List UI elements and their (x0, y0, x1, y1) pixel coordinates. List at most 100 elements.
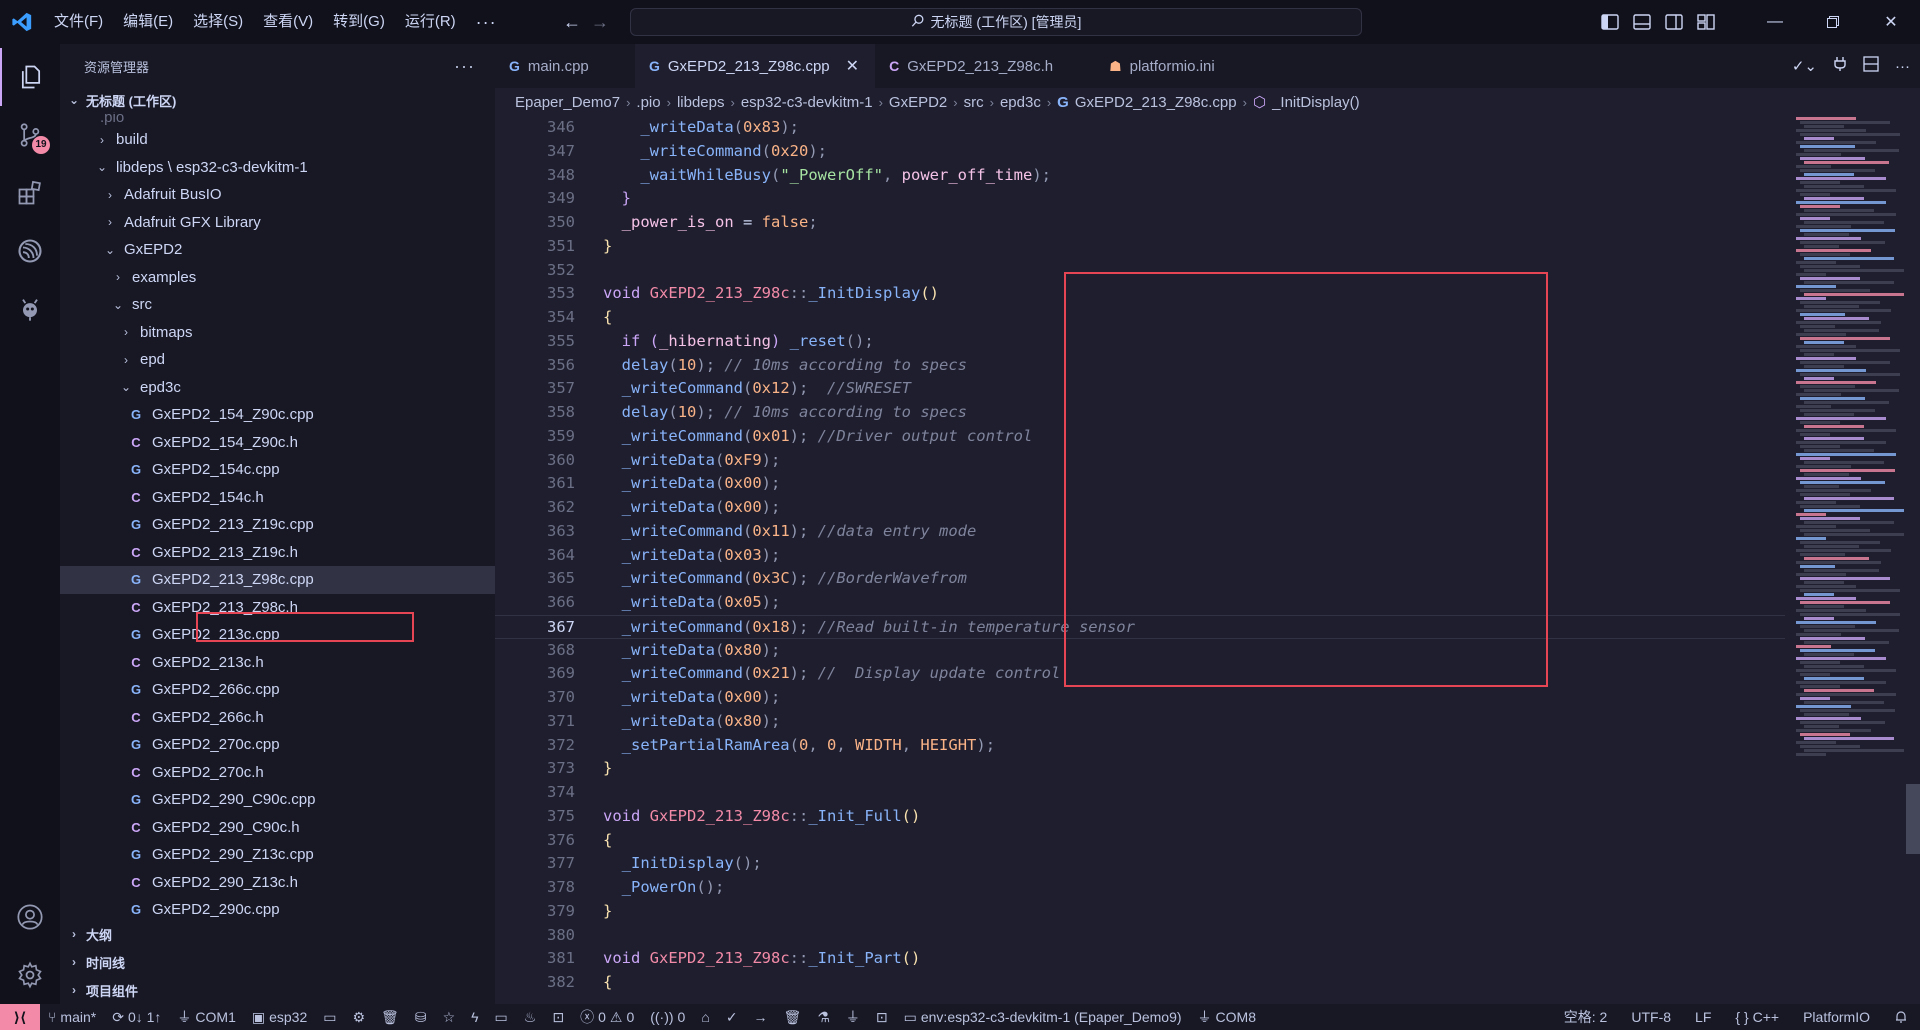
database-icon[interactable]: ⛁ (407, 1004, 435, 1030)
upload-arrow-icon[interactable]: → (746, 1004, 776, 1030)
minimize-icon[interactable]: — (1746, 0, 1804, 44)
file-item[interactable]: C GxEPD2_290_C90c.h (60, 814, 495, 842)
ports-indicator[interactable]: ((·)) 0 (642, 1004, 693, 1030)
encoding-selector[interactable]: UTF-8 (1619, 1004, 1683, 1030)
extensions-icon[interactable] (0, 164, 60, 222)
command-center[interactable]: 无标题 (工作区) [管理员] (630, 8, 1362, 36)
explorer-icon[interactable] (0, 48, 60, 106)
folder-item[interactable]: › Adafruit BusIO (60, 181, 495, 209)
clean-trash-icon[interactable]: 🗑 (776, 1004, 810, 1030)
file-item[interactable]: C GxEPD2_266c.h (60, 704, 495, 732)
platformio-status[interactable]: PlatformIO (1791, 1004, 1882, 1030)
target-selector[interactable]: ▣ esp32 (244, 1004, 315, 1030)
forward-arrow-icon[interactable]: → (586, 12, 614, 33)
build-check-icon[interactable]: ✓ (718, 1004, 746, 1030)
menu-file[interactable]: 文件(F) (44, 0, 113, 44)
file-item[interactable]: G GxEPD2_266c.cpp (60, 676, 495, 704)
problems-indicator[interactable]: ⓧ 0 ⚠ 0 (572, 1004, 642, 1030)
toggle-panel-icon[interactable] (1626, 0, 1658, 44)
folder-item[interactable]: ⌄ epd3c (60, 374, 495, 402)
timeline-panel[interactable]: › 时间线 (60, 948, 495, 976)
file-item[interactable]: G GxEPD2_213_Z98c.cpp (60, 566, 495, 594)
environment-selector[interactable]: ▭ env:esp32-c3-devkitm-1 (Epaper_Demo9) (896, 1004, 1190, 1030)
file-item[interactable]: C GxEPD2_154_Z90c.h (60, 429, 495, 457)
split-editor-icon[interactable] (1863, 56, 1879, 76)
file-item[interactable]: G GxEPD2_290_Z13c.cpp (60, 841, 495, 869)
folder-item[interactable]: › bitmaps (60, 319, 495, 347)
flash-icon[interactable]: ϟ (463, 1004, 486, 1030)
settings-gear-icon[interactable] (0, 946, 60, 1004)
source-control-icon[interactable]: 19 (0, 106, 60, 164)
menu-run[interactable]: 运行(R) (395, 0, 466, 44)
breadcrumb-item[interactable]: libdeps (677, 94, 725, 111)
home-icon[interactable]: ⌂ (693, 1004, 717, 1030)
platformio-icon[interactable] (0, 280, 60, 338)
file-item[interactable]: G GxEPD2_290_C90c.cpp (60, 786, 495, 814)
file-item[interactable]: G GxEPD2_213_Z19c.cpp (60, 511, 495, 539)
back-arrow-icon[interactable]: ← (558, 12, 586, 33)
notifications-bell-icon[interactable] (1882, 1004, 1920, 1030)
toggle-primary-sidebar-icon[interactable] (1594, 0, 1626, 44)
project-components-panel[interactable]: › 项目组件 (60, 976, 495, 1004)
toggle-secondary-sidebar-icon[interactable] (1658, 0, 1690, 44)
minimap[interactable] (1790, 116, 1920, 1004)
language-selector[interactable]: { } C++ (1723, 1004, 1791, 1030)
workspace-header[interactable]: ⌄ 无标题 (工作区) (60, 88, 495, 112)
accounts-icon[interactable] (0, 888, 60, 946)
tab-platformio-ini[interactable]: ☗ platformio.ini (1095, 44, 1255, 88)
scrollbar-thumb[interactable] (1906, 784, 1920, 854)
maximize-icon[interactable] (1804, 0, 1862, 44)
breadcrumb-item[interactable]: epd3c (1000, 94, 1041, 111)
menu-view[interactable]: 查看(V) (253, 0, 323, 44)
monitor-icon[interactable]: ▭ (487, 1004, 516, 1030)
file-item[interactable]: G GxEPD2_154c.cpp (60, 456, 495, 484)
upload-port-selector[interactable]: ⏚ COM8 (1190, 1004, 1264, 1030)
new-terminal-icon[interactable]: ⊡ (868, 1004, 896, 1030)
file-item[interactable]: C GxEPD2_154c.h (60, 484, 495, 512)
folder-item[interactable]: .pio (60, 112, 495, 126)
file-item[interactable]: C GxEPD2_213c.h (60, 649, 495, 677)
breadcrumb-item[interactable]: src (964, 94, 984, 111)
file-item[interactable]: C GxEPD2_290_Z13c.h (60, 869, 495, 897)
plug-icon[interactable] (1833, 56, 1847, 76)
tab-main-cpp[interactable]: G main.cpp (495, 44, 635, 88)
file-item[interactable]: C GxEPD2_270c.h (60, 759, 495, 787)
folder-item[interactable]: ⌄ src (60, 291, 495, 319)
folder-item[interactable]: ⌄ libdeps \ esp32-c3-devkitm-1 (60, 154, 495, 182)
serial-port-selector[interactable]: ⏚ COM1 (169, 1004, 243, 1030)
menu-more-button[interactable]: ··· (466, 0, 507, 44)
menu-selection[interactable]: 选择(S) (183, 0, 253, 44)
branch-indicator[interactable]: ⑂ main* (40, 1004, 104, 1030)
serial-monitor-plug-icon[interactable]: ⏚ (838, 1004, 868, 1030)
settings-gear-icon[interactable]: ⚙ (344, 1004, 373, 1030)
folder-item[interactable]: › examples (60, 264, 495, 292)
folder-item[interactable]: › Adafruit GFX Library (60, 209, 495, 237)
tab-gxepd2-213-z98c-cpp[interactable]: G GxEPD2_213_Z98c.cpp ✕ (635, 44, 876, 88)
folder-item[interactable]: › epd (60, 346, 495, 374)
breadcrumb-item[interactable]: _InitDisplay() (1272, 94, 1360, 111)
menu-edit[interactable]: 编辑(E) (113, 0, 183, 44)
terminal-icon[interactable]: ⊡ (544, 1004, 572, 1030)
test-flask-icon[interactable]: ⚗ (809, 1004, 838, 1030)
breadcrumb-item[interactable]: GxEPD2_213_Z98c.cpp (1075, 94, 1237, 111)
breadcrumb-item[interactable]: Epaper_Demo7 (515, 94, 620, 111)
editor-more-button[interactable]: ··· (1895, 58, 1910, 75)
indentation-selector[interactable]: 空格: 2 (1552, 1004, 1620, 1030)
tab-gxepd2-213-z98c-h[interactable]: C GxEPD2_213_Z98c.h (875, 44, 1095, 88)
breadcrumb-item[interactable]: .pio (636, 94, 660, 111)
outline-panel[interactable]: › 大纲 (60, 920, 495, 948)
breadcrumb-item[interactable]: GxEPD2 (889, 94, 947, 111)
folder-item[interactable]: › build (60, 126, 495, 154)
checkmark-icon[interactable]: ✓⌄ (1792, 57, 1817, 75)
espressif-icon[interactable] (0, 222, 60, 280)
file-item[interactable]: G GxEPD2_270c.cpp (60, 731, 495, 759)
star-icon[interactable]: ☆ (435, 1004, 464, 1030)
folder-item[interactable]: ⌄ GxEPD2 (60, 236, 495, 264)
file-item[interactable]: C GxEPD2_213_Z19c.h (60, 539, 495, 567)
open-folder-icon[interactable]: ▭ (315, 1004, 344, 1030)
close-tab-icon[interactable]: ✕ (846, 56, 859, 76)
close-window-icon[interactable]: ✕ (1862, 0, 1920, 44)
remote-indicator-icon[interactable]: ⟩⟨ (0, 1004, 40, 1030)
flame-icon[interactable]: ♨ (516, 1004, 545, 1030)
trash-icon[interactable]: 🗑 (373, 1004, 407, 1030)
